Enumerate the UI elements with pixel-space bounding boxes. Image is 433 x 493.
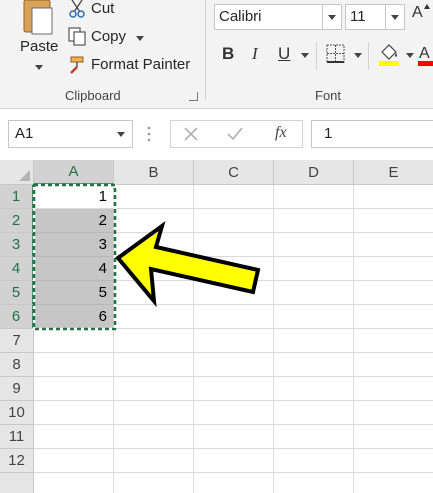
underline-button[interactable]: U xyxy=(278,44,290,64)
italic-button[interactable]: I xyxy=(252,44,258,64)
row-header-2[interactable]: 2 xyxy=(0,209,34,233)
row-header-7[interactable]: 7 xyxy=(0,329,34,353)
copy-label: Copy xyxy=(91,28,127,45)
enter-check-icon[interactable] xyxy=(227,127,243,141)
borders-dropdown-icon[interactable] xyxy=(354,53,362,58)
font-color-icon[interactable]: A xyxy=(418,42,433,68)
yellow-arrow-icon xyxy=(115,220,261,308)
row-header-5[interactable]: 5 xyxy=(0,281,34,305)
grow-font-icon xyxy=(424,4,430,9)
paste-dropdown-icon[interactable] xyxy=(35,65,43,70)
name-box-value: A1 xyxy=(15,125,34,142)
formula-input-value: 1 xyxy=(324,125,333,142)
font-size-chevron-down-icon[interactable] xyxy=(385,5,404,29)
select-all-corner[interactable] xyxy=(0,160,34,185)
svg-text:A: A xyxy=(419,45,430,62)
copy-button[interactable]: Copy xyxy=(66,26,151,50)
clipboard-dialog-launcher-icon[interactable] xyxy=(189,92,198,101)
row-header-11[interactable]: 11 xyxy=(0,425,34,449)
row-header-3[interactable]: 3 xyxy=(0,233,34,257)
ribbon: Paste Cut Copy Format Painter Clipboard xyxy=(0,0,433,108)
cancel-icon[interactable] xyxy=(184,127,198,141)
borders-icon[interactable] xyxy=(326,44,346,64)
row-header-4[interactable]: 4 xyxy=(0,257,34,281)
column-header-c[interactable]: C xyxy=(194,160,274,185)
grow-font-button[interactable]: A xyxy=(412,4,423,22)
formula-controls: fx xyxy=(170,120,303,148)
fill-color-dropdown-icon[interactable] xyxy=(406,53,414,58)
column-header-b[interactable]: B xyxy=(114,160,194,185)
row-header-6[interactable]: 6 xyxy=(0,305,34,329)
font-group-label: Font xyxy=(315,88,342,103)
row-header-8[interactable]: 8 xyxy=(0,353,34,377)
insert-function-button[interactable]: fx xyxy=(275,124,287,142)
format-painter-label: Format Painter xyxy=(91,56,191,73)
font-size-value: 11 xyxy=(350,8,366,25)
copy-dropdown-icon[interactable] xyxy=(136,36,144,41)
formula-input[interactable]: 1 xyxy=(311,120,433,148)
copy-selection-marquee xyxy=(32,183,117,331)
name-box-chevron-down-icon[interactable] xyxy=(117,132,125,137)
clipboard-icon xyxy=(23,0,53,35)
fill-color-icon[interactable] xyxy=(378,42,400,68)
format-painter-button[interactable]: Format Painter xyxy=(66,54,196,78)
worksheet-grid: A B C D E 1 2 3 4 5 6 7 8 9 10 11 12 1 2… xyxy=(0,160,433,493)
group-separator xyxy=(205,0,206,100)
underline-dropdown-icon[interactable] xyxy=(301,53,309,58)
paste-button[interactable]: Paste xyxy=(12,0,62,80)
font-size-dropdown[interactable]: 11 xyxy=(345,4,405,30)
cut-label: Cut xyxy=(91,0,115,17)
copy-icon xyxy=(68,27,86,46)
row-header-9[interactable]: 9 xyxy=(0,377,34,401)
font-name-dropdown[interactable]: Calibri xyxy=(214,4,342,30)
row-header-1[interactable]: 1 xyxy=(0,185,34,209)
bold-button[interactable]: B xyxy=(222,44,234,64)
formula-bar: A1 fx 1 xyxy=(0,108,433,161)
name-box[interactable]: A1 xyxy=(8,120,133,148)
column-header-d[interactable]: D xyxy=(274,160,354,185)
row-header-12[interactable]: 12 xyxy=(0,449,34,473)
format-separator-2 xyxy=(368,42,369,70)
column-header-a[interactable]: A xyxy=(34,160,114,185)
column-header-e[interactable]: E xyxy=(354,160,433,185)
format-separator xyxy=(316,42,317,70)
paste-label: Paste xyxy=(20,38,59,55)
row-header-13[interactable] xyxy=(0,473,34,493)
font-name-chevron-down-icon[interactable] xyxy=(322,5,341,29)
select-all-triangle-icon xyxy=(19,170,30,181)
clipboard-group-label: Clipboard xyxy=(65,88,121,103)
paintbrush-icon xyxy=(70,56,84,74)
cut-button[interactable]: Cut xyxy=(66,0,136,20)
font-name-value: Calibri xyxy=(219,8,262,25)
scissors-icon xyxy=(69,0,85,18)
row-header-10[interactable]: 10 xyxy=(0,401,34,425)
resize-handle-icon[interactable] xyxy=(146,125,152,143)
